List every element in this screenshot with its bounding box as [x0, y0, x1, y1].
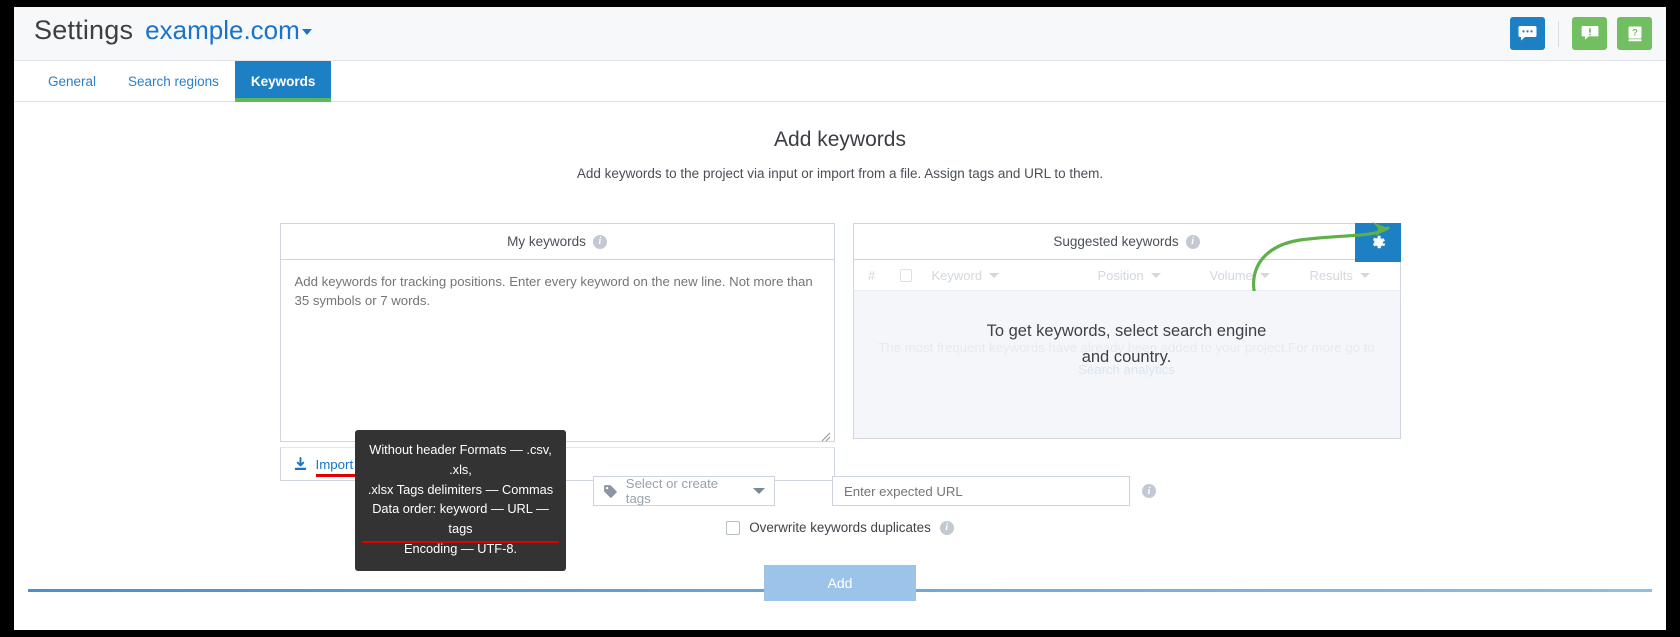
- main-content: Add keywords Add keywords to the project…: [14, 128, 1666, 630]
- tab-keywords-label: Keywords: [250, 73, 316, 89]
- chevron-down-icon: [989, 272, 1000, 278]
- suggested-keywords-title: Suggested keywords: [1053, 234, 1179, 249]
- overwrite-duplicates-checkbox[interactable]: [726, 520, 741, 535]
- my-keywords-title: My keywords: [507, 234, 586, 249]
- page-heading: Settings example.com: [34, 15, 312, 46]
- tab-general-label: General: [48, 73, 97, 89]
- help-book-icon: ?: [1628, 26, 1641, 41]
- info-icon[interactable]: i: [592, 234, 607, 249]
- app-header: Settings example.com ?: [14, 7, 1666, 61]
- keywords-textarea[interactable]: [279, 260, 835, 442]
- suggested-settings-button[interactable]: [1354, 223, 1401, 262]
- my-keywords-header: My keywords i: [279, 223, 835, 260]
- empty-message-line1: To get keywords, select search engine: [986, 322, 1267, 340]
- col-index: #: [867, 267, 876, 283]
- section-title: Add keywords: [774, 128, 906, 151]
- col-keyword[interactable]: Keyword: [922, 268, 1088, 283]
- add-button[interactable]: Add: [764, 565, 916, 601]
- chevron-down-icon: [1259, 272, 1270, 278]
- project-domain-label: example.com: [145, 15, 300, 45]
- settings-title: Settings: [34, 15, 134, 45]
- suggested-keywords-panel: Suggested keywords i # Keyword Position …: [852, 222, 1401, 481]
- info-icon[interactable]: i: [1142, 484, 1156, 498]
- panels-row: My keywords i Import from file: [14, 222, 1666, 481]
- tooltip-line-3: Data order: keyword — URL — tags: [362, 499, 559, 543]
- overwrite-duplicates-label: Overwrite keywords duplicates: [749, 520, 931, 535]
- tab-keywords[interactable]: Keywords: [234, 61, 332, 102]
- info-icon[interactable]: i: [1185, 234, 1200, 249]
- header-actions: ?: [1510, 17, 1652, 50]
- chevron-down-icon: [1150, 272, 1161, 278]
- col-select-all[interactable]: [890, 268, 922, 282]
- col-volume[interactable]: Volume: [1200, 268, 1300, 283]
- empty-message-line2: and country.: [1081, 348, 1172, 367]
- chevron-down-icon: [753, 488, 765, 494]
- suggested-empty-message: To get keywords, select search engine an…: [854, 318, 1400, 371]
- tooltip-line-2: .xlsx Tags delimiters — Commas: [367, 481, 554, 497]
- tab-search-regions-label: Search regions: [128, 73, 219, 89]
- suggested-keywords-header: Suggested keywords i: [852, 222, 1401, 314]
- header-divider: [1558, 20, 1559, 47]
- alert-button[interactable]: [1572, 17, 1607, 50]
- tags-select-placeholder: Select or create tags: [625, 476, 719, 506]
- app-window: Settings example.com ? General Search re…: [14, 7, 1666, 630]
- download-icon: [294, 456, 306, 470]
- alert-icon: [1581, 26, 1598, 40]
- tooltip-line-1: Without header Formats — .csv, .xls,: [369, 442, 552, 477]
- overwrite-duplicates-row: Overwrite keywords duplicates i: [14, 520, 1666, 535]
- chevron-down-icon: [1359, 272, 1370, 278]
- assign-controls-row: i Select or create tags i: [14, 476, 1666, 506]
- col-results[interactable]: Results: [1300, 268, 1400, 283]
- chat-icon: [1518, 26, 1537, 41]
- gear-icon: [1373, 235, 1386, 249]
- suggested-empty-state: The most frequent keywords have already …: [852, 291, 1401, 439]
- tab-search-regions[interactable]: Search regions: [112, 61, 235, 101]
- chat-button[interactable]: [1510, 17, 1545, 50]
- keywords-textarea-wrap: [279, 260, 835, 447]
- tags-select[interactable]: Select or create tags: [593, 476, 775, 506]
- settings-tabs: General Search regions Keywords: [14, 61, 1666, 102]
- svg-text:?: ?: [1632, 27, 1638, 38]
- suggested-table-header: # Keyword Position Volume Results: [852, 260, 1401, 291]
- expected-url-input[interactable]: [832, 476, 1130, 506]
- chevron-down-icon: [301, 29, 312, 36]
- info-icon[interactable]: i: [939, 520, 954, 535]
- project-domain-selector[interactable]: example.com: [145, 15, 312, 46]
- add-button-label: Add: [827, 575, 853, 591]
- tab-general[interactable]: General: [32, 61, 112, 101]
- tag-icon: [604, 484, 617, 498]
- help-button[interactable]: ?: [1617, 17, 1652, 50]
- col-position[interactable]: Position: [1088, 268, 1200, 283]
- import-format-tooltip: Without header Formats — .csv, .xls, .xl…: [355, 430, 566, 571]
- section-subtitle: Add keywords to the project via input or…: [576, 166, 1104, 181]
- select-all-checkbox[interactable]: [899, 268, 912, 282]
